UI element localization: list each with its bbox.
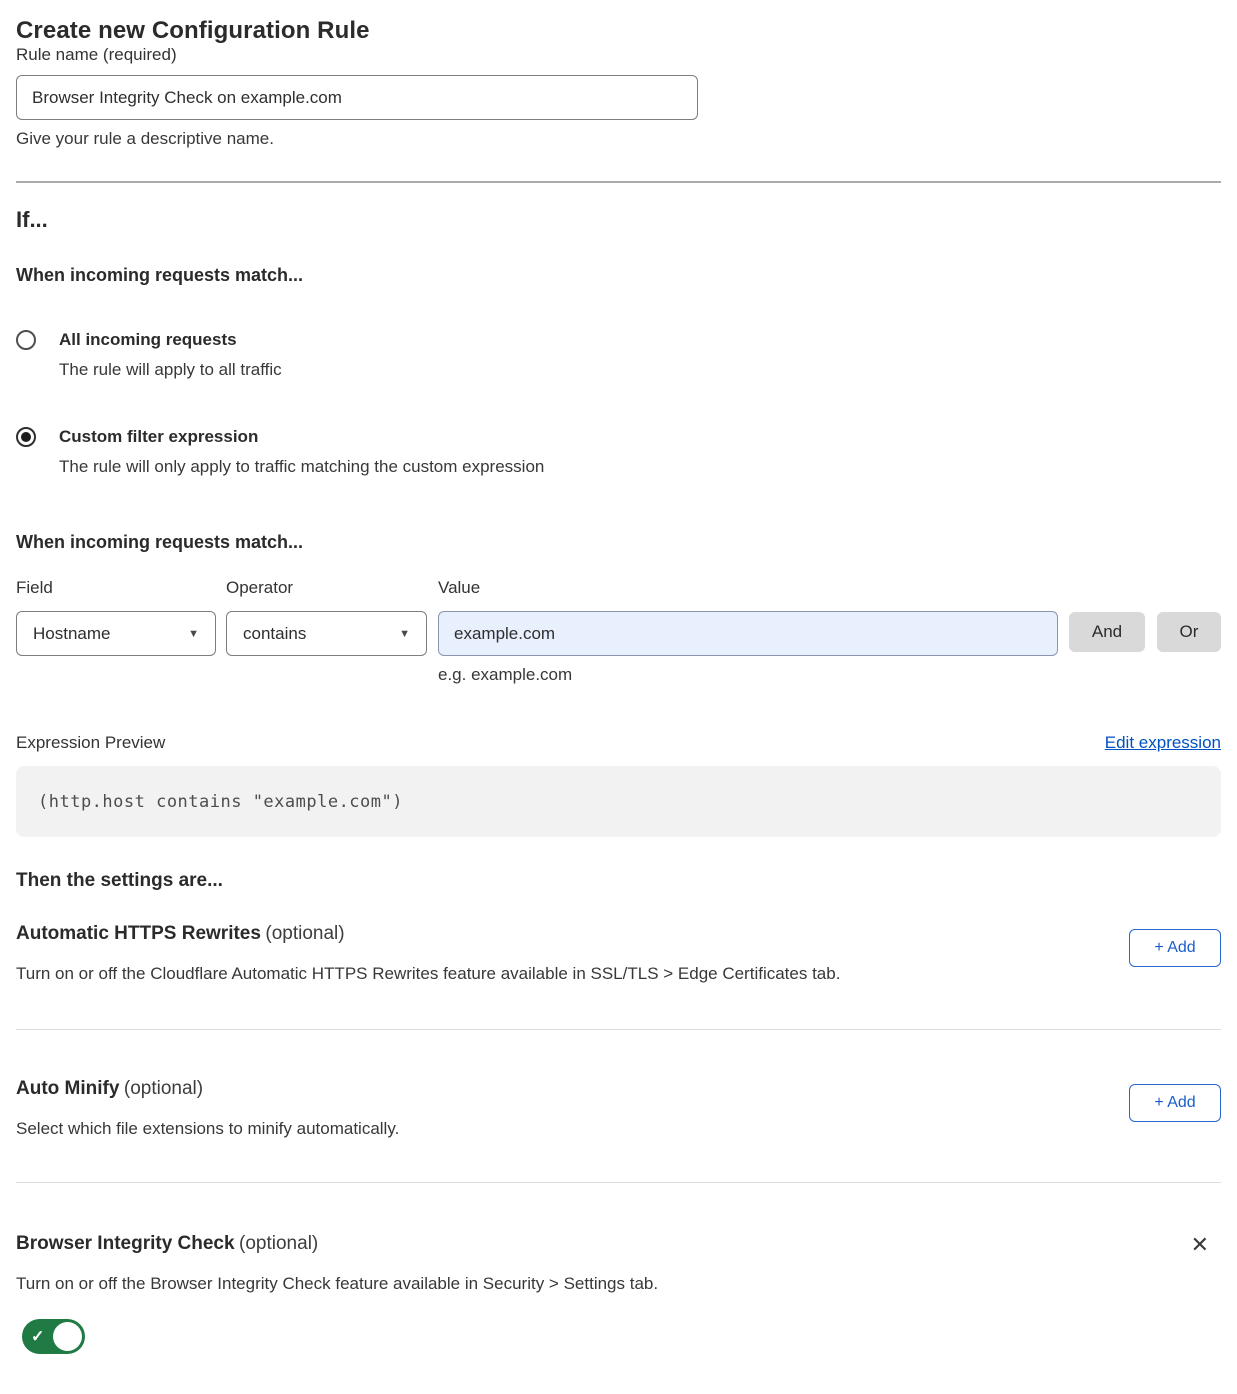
then-settings-heading: Then the settings are... [16, 870, 1221, 892]
rule-name-label: Rule name (required) [16, 45, 177, 64]
setting-title: Browser Integrity Check [16, 1233, 235, 1254]
close-icon[interactable]: ✕ [1191, 1235, 1209, 1257]
value-input[interactable] [438, 611, 1058, 656]
radio-button-unselected[interactable] [16, 330, 36, 350]
radio-button-selected[interactable] [16, 427, 36, 447]
operator-select[interactable]: contains ▼ [226, 611, 427, 656]
page-title: Create new Configuration Rule [16, 17, 1221, 45]
add-auto-minify-button[interactable]: + Add [1129, 1084, 1221, 1122]
operator-label: Operator [226, 578, 427, 598]
chevron-down-icon: ▼ [188, 628, 199, 640]
setting-description: Turn on or off the Cloudflare Automatic … [16, 963, 840, 985]
expression-preview-header: Expression Preview Edit expression [16, 733, 1221, 753]
match-heading: When incoming requests match... [16, 265, 1221, 286]
field-select[interactable]: Hostname ▼ [16, 611, 216, 656]
builder-heading: When incoming requests match... [16, 532, 1221, 553]
setting-browser-integrity-check: Browser Integrity Check (optional) Turn … [16, 1183, 1221, 1354]
radio-option-label: Custom filter expression [59, 426, 544, 448]
expression-preview-label: Expression Preview [16, 733, 165, 753]
radio-option-all-incoming-requests[interactable]: All incoming requests The rule will appl… [16, 329, 1221, 381]
value-label: Value [438, 578, 1058, 598]
and-button[interactable]: And [1069, 612, 1145, 652]
radio-option-custom-filter-expression[interactable]: Custom filter expression The rule will o… [16, 426, 1221, 478]
create-configuration-rule-form: Create new Configuration Rule Rule name … [0, 17, 1237, 1354]
chevron-down-icon: ▼ [399, 628, 410, 640]
rule-name-input[interactable] [16, 75, 698, 120]
radio-option-description: The rule will apply to all traffic [59, 359, 282, 381]
checkmark-icon: ✓ [31, 1326, 44, 1346]
field-select-value: Hostname [33, 624, 110, 644]
setting-automatic-https-rewrites: Automatic HTTPS Rewrites (optional) Turn… [16, 923, 1221, 1029]
or-button[interactable]: Or [1157, 612, 1221, 652]
setting-optional-tag: (optional) [265, 923, 344, 944]
section-divider [16, 181, 1221, 183]
expression-preview-code: (http.host contains "example.com") [16, 766, 1221, 837]
radio-option-description: The rule will only apply to traffic matc… [59, 456, 544, 478]
setting-title: Automatic HTTPS Rewrites [16, 923, 261, 944]
if-heading: If... [16, 207, 1221, 233]
field-label: Field [16, 578, 216, 598]
operator-select-value: contains [243, 624, 306, 644]
edit-expression-link[interactable]: Edit expression [1105, 733, 1221, 753]
setting-title: Auto Minify [16, 1078, 119, 1099]
expression-builder-row: Field Hostname ▼ Operator contains ▼ Val… [16, 578, 1221, 685]
setting-description: Turn on or off the Browser Integrity Che… [16, 1273, 1191, 1295]
setting-optional-tag: (optional) [239, 1233, 318, 1254]
rule-name-help-text: Give your rule a descriptive name. [16, 129, 1221, 149]
setting-auto-minify: Auto Minify (optional) Select which file… [16, 1030, 1221, 1182]
setting-description: Select which file extensions to minify a… [16, 1118, 399, 1140]
add-automatic-https-rewrites-button[interactable]: + Add [1129, 929, 1221, 967]
browser-integrity-check-toggle-on[interactable]: ✓ [22, 1319, 85, 1354]
radio-option-label: All incoming requests [59, 329, 282, 351]
value-hint: e.g. example.com [438, 665, 1058, 685]
toggle-knob [53, 1322, 82, 1351]
setting-optional-tag: (optional) [124, 1078, 203, 1099]
